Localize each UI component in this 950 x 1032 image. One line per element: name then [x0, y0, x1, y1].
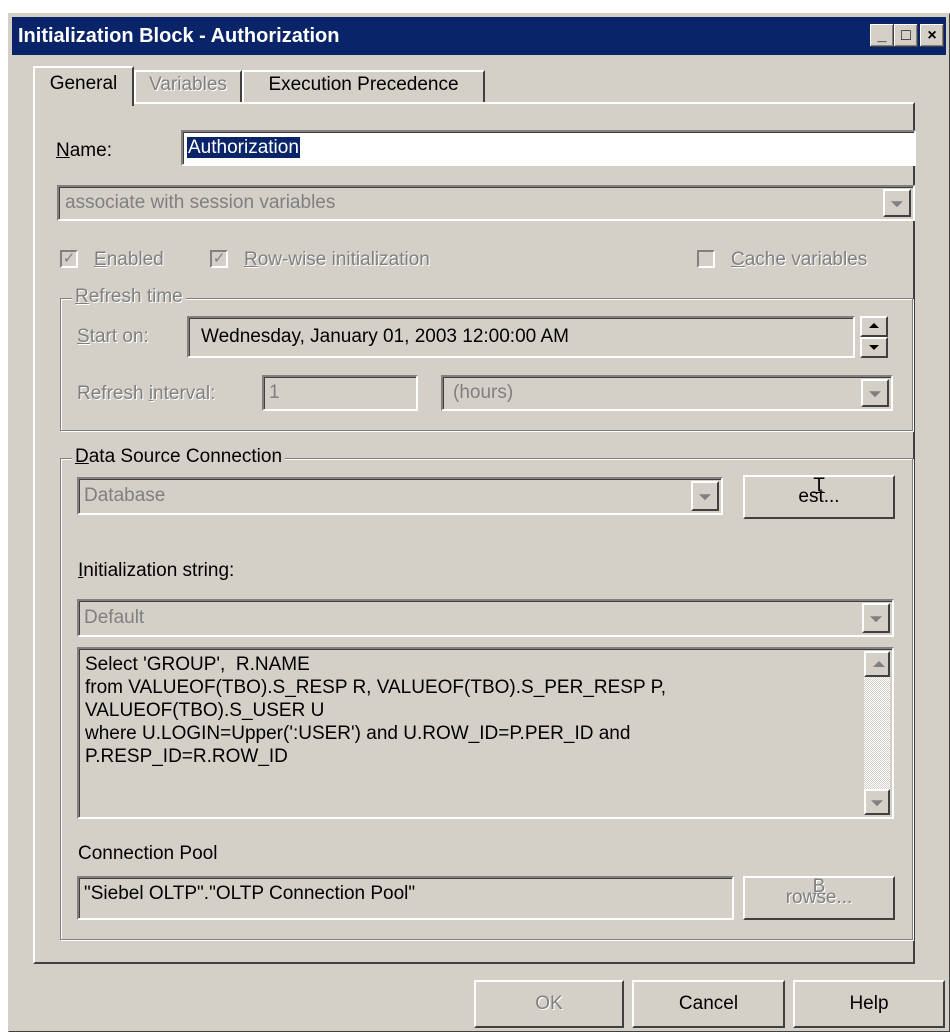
name-label: Name:	[56, 140, 112, 161]
data-source-legend: Data Source Connection	[72, 446, 286, 468]
cache-variables-checkbox[interactable]	[697, 250, 715, 268]
check-icon: ✓	[212, 250, 226, 267]
ok-button[interactable]: OK	[474, 980, 624, 1028]
refresh-interval-label: Refresh interval:	[77, 383, 216, 404]
initialization-string-dropdown-button[interactable]	[862, 603, 890, 633]
scroll-up-button[interactable]	[864, 651, 890, 677]
cancel-button[interactable]: Cancel	[632, 980, 785, 1028]
window-title: Initialization Block - Authorization	[18, 25, 340, 47]
spin-down-button[interactable]	[860, 337, 888, 358]
spin-up-button[interactable]	[860, 316, 888, 337]
refresh-interval-field[interactable]: 1	[262, 375, 418, 411]
test-button[interactable]: Test...	[743, 475, 895, 519]
chevron-down-icon	[891, 201, 903, 208]
connection-type-value: Database	[84, 485, 166, 506]
start-on-spinner[interactable]	[860, 316, 888, 358]
close-icon: ×	[927, 27, 937, 44]
chevron-down-icon	[869, 391, 881, 398]
tab-general[interactable]: General	[33, 66, 134, 106]
sql-text: Select 'GROUP', R.NAME from VALUEOF(TBO)…	[85, 654, 667, 767]
tab-execution-precedence[interactable]: Execution Precedence	[242, 70, 485, 102]
connection-type-select[interactable]: Database	[77, 477, 723, 515]
refresh-unit-value: (hours)	[453, 382, 514, 403]
refresh-unit-select[interactable]: (hours)	[441, 375, 893, 411]
maximize-button[interactable]: □	[894, 24, 918, 47]
scroll-track[interactable]	[864, 677, 890, 789]
scroll-down-button[interactable]	[864, 789, 890, 815]
chevron-down-icon	[870, 616, 882, 623]
connection-pool-label: Connection Pool	[78, 843, 218, 864]
rowwise-label: Row-wise initialization	[244, 249, 430, 270]
association-dropdown-button[interactable]	[883, 189, 911, 217]
start-on-value: Wednesday, January 01, 2003 12:00:00 AM	[201, 326, 569, 347]
start-on-field[interactable]: Wednesday, January 01, 2003 12:00:00 AM	[187, 316, 855, 358]
sql-textarea[interactable]: Select 'GROUP', R.NAME from VALUEOF(TBO)…	[77, 647, 894, 819]
minimize-icon: _	[877, 27, 887, 44]
enabled-label: Enabled	[94, 249, 164, 270]
name-field[interactable]: Authorization	[181, 130, 916, 166]
association-select[interactable]: associate with session variables	[57, 185, 915, 221]
start-on-label: Start on:	[77, 326, 149, 347]
tab-variables[interactable]: Variables	[134, 70, 242, 102]
refresh-interval-value: 1	[269, 382, 280, 403]
check-icon: ✓	[62, 250, 76, 267]
initialization-string-value: Default	[84, 607, 145, 628]
connection-type-dropdown-button[interactable]	[691, 481, 719, 511]
association-value: associate with session variables	[65, 192, 336, 213]
initialization-string-label: Initialization string:	[78, 560, 235, 581]
tab-general-label: General	[49, 73, 118, 94]
arrow-down-icon	[871, 800, 883, 807]
enabled-checkbox[interactable]: ✓	[60, 250, 78, 268]
sql-scrollbar[interactable]	[864, 651, 890, 815]
rowwise-checkbox[interactable]: ✓	[210, 250, 228, 268]
minimize-button[interactable]: _	[870, 24, 894, 47]
arrow-down-icon	[869, 345, 879, 350]
refresh-unit-dropdown-button[interactable]	[861, 379, 889, 407]
chevron-down-icon	[699, 494, 711, 501]
close-button[interactable]: ×	[920, 24, 944, 47]
refresh-time-legend: Refresh time	[72, 286, 186, 308]
initialization-string-select[interactable]: Default	[77, 599, 894, 637]
maximize-icon: □	[901, 27, 911, 44]
tab-variables-label: Variables	[149, 74, 227, 95]
arrow-up-icon	[869, 323, 879, 328]
tab-execution-precedence-label: Execution Precedence	[268, 74, 459, 95]
name-value: Authorization	[187, 137, 300, 158]
connection-pool-value: "Siebel OLTP"."OLTP Connection Pool"	[84, 883, 416, 904]
cache-variables-label: Cache variables	[731, 249, 868, 270]
browse-button[interactable]: Browse...	[743, 876, 895, 920]
help-button[interactable]: Help	[793, 980, 945, 1028]
arrow-up-icon	[873, 661, 885, 667]
connection-pool-field[interactable]: "Siebel OLTP"."OLTP Connection Pool"	[77, 876, 734, 920]
title-bar[interactable]: Initialization Block - Authorization _ □…	[12, 17, 946, 55]
